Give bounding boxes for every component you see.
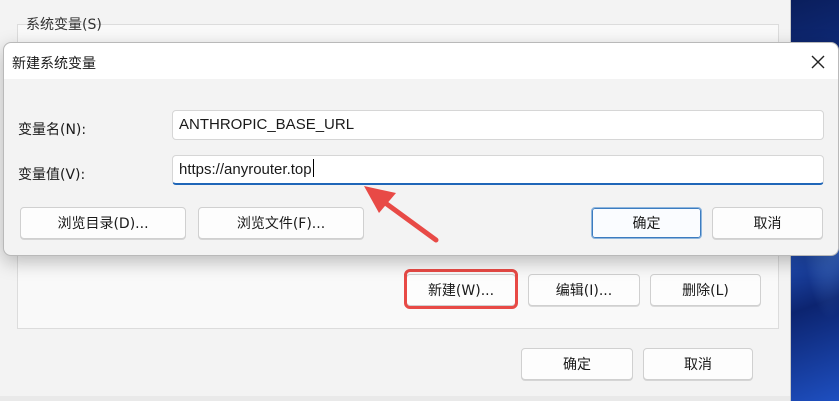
edit-variable-button[interactable]: 编辑(I)... <box>528 274 640 306</box>
dialog-body: 变量名(N): ANTHROPIC_BASE_URL 变量值(V): https… <box>4 79 838 255</box>
new-system-variable-dialog: 新建系统变量 变量名(N): ANTHROPIC_BASE_URL 变量值(V)… <box>3 42 839 256</box>
variable-value-value: https://anyrouter.top <box>179 161 312 178</box>
dialog-titlebar: 新建系统变量 <box>4 43 838 79</box>
dialog-title: 新建系统变量 <box>12 56 96 72</box>
browse-file-button[interactable]: 浏览文件(F)... <box>198 207 364 239</box>
new-variable-button[interactable]: 新建(W)... <box>406 274 516 306</box>
browse-directory-button[interactable]: 浏览目录(D)... <box>20 207 186 239</box>
close-button[interactable] <box>800 47 836 77</box>
variable-name-input[interactable]: ANTHROPIC_BASE_URL <box>172 110 824 140</box>
system-variables-label: 系统变量(S) <box>26 17 102 33</box>
close-icon <box>811 55 825 69</box>
delete-variable-button[interactable]: 删除(L) <box>650 274 761 306</box>
variable-value-input[interactable]: https://anyrouter.top <box>172 155 824 185</box>
window-bottom-edge <box>0 396 790 401</box>
variable-value-label: 变量值(V): <box>18 167 86 183</box>
dialog-ok-button[interactable]: 确定 <box>591 207 702 239</box>
text-caret <box>312 159 314 177</box>
dialog-cancel-button[interactable]: 取消 <box>712 207 823 239</box>
variable-name-value: ANTHROPIC_BASE_URL <box>179 116 355 133</box>
window-ok-button[interactable]: 确定 <box>521 348 633 380</box>
variable-name-label: 变量名(N): <box>18 122 87 138</box>
window-cancel-button[interactable]: 取消 <box>643 348 753 380</box>
